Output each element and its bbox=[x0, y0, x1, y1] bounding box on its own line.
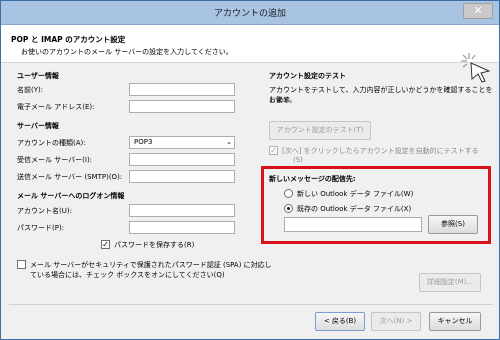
account-name-label: アカウント名(U): bbox=[17, 207, 72, 215]
existing-data-file-label: 既存の Outlook データ ファイル(X) bbox=[297, 205, 412, 213]
close-button[interactable]: ✕ bbox=[463, 3, 493, 19]
name-input[interactable] bbox=[129, 83, 235, 96]
password-label: パスワード(P): bbox=[17, 224, 65, 232]
dialog-window: アカウントの追加 ✕ POP と IMAP のアカウント設定 お使いのアカウント… bbox=[0, 0, 500, 340]
new-data-file-label: 新しい Outlook データ ファイル(W) bbox=[297, 190, 414, 198]
save-password-label: パスワードを保存する(R) bbox=[114, 241, 195, 249]
email-label: 電子メール アドレス(E): bbox=[17, 103, 95, 111]
chevron-down-icon: ⌄ bbox=[226, 138, 232, 146]
account-name-input[interactable] bbox=[129, 204, 235, 217]
page-subtitle: お使いのアカウントのメール サーバーの設定を入力してください。 bbox=[21, 48, 233, 56]
page-title: POP と IMAP のアカウント設定 bbox=[11, 35, 126, 44]
header-panel: POP と IMAP のアカウント設定 お使いのアカウントのメール サーバーの設… bbox=[1, 25, 499, 83]
account-test-heading: アカウント設定のテスト bbox=[269, 72, 346, 80]
spa-label-line1: メール サーバーがセキュリティで保護されたパスワード認証 (SPA) に対応し bbox=[30, 261, 272, 269]
name-label: 名前(Y): bbox=[17, 86, 44, 94]
spa-label-line2: ている場合には、チェック ボックスをオンにしてください(Q) bbox=[30, 271, 225, 279]
data-file-path-input[interactable] bbox=[284, 217, 422, 232]
server-info-heading: サーバー情報 bbox=[17, 122, 59, 130]
auto-test-label-line1: [次へ] をクリックしたらアカウント設定を自動的にテストする bbox=[282, 147, 479, 155]
account-type-select[interactable]: POP3 ⌄ bbox=[129, 136, 235, 149]
account-type-value: POP3 bbox=[134, 138, 153, 146]
save-password-checkbox[interactable]: ✓ bbox=[101, 240, 110, 249]
cancel-button[interactable]: キャンセル bbox=[429, 312, 481, 331]
window-title: アカウントの追加 bbox=[213, 9, 286, 19]
outgoing-server-label: 送信メール サーバー (SMTP)(O): bbox=[17, 173, 123, 181]
spa-checkbox[interactable] bbox=[17, 260, 26, 269]
new-data-file-radio[interactable] bbox=[284, 189, 293, 198]
browse-button[interactable]: 参照(S) bbox=[428, 215, 478, 234]
email-input[interactable] bbox=[129, 100, 235, 113]
auto-test-checkbox[interactable]: ✓ bbox=[269, 146, 278, 155]
back-button[interactable]: < 戻る(B) bbox=[315, 312, 365, 331]
incoming-server-input[interactable] bbox=[129, 153, 235, 166]
password-input[interactable] bbox=[129, 221, 235, 234]
delivery-heading: 新しいメッセージの配信先: bbox=[269, 175, 356, 183]
next-button[interactable]: 次へ(N) > bbox=[371, 312, 421, 331]
account-test-description-line2: します。 bbox=[269, 96, 297, 104]
more-settings-button[interactable]: 詳細設定(M)... bbox=[419, 273, 481, 292]
user-info-heading: ユーザー情報 bbox=[17, 72, 59, 80]
test-account-settings-button[interactable]: アカウント設定のテスト(T) bbox=[269, 121, 371, 140]
account-type-label: アカウントの種類(A): bbox=[17, 139, 86, 147]
logon-info-heading: メール サーバーへのログオン情報 bbox=[17, 192, 125, 200]
incoming-server-label: 受信メール サーバー(I): bbox=[17, 156, 93, 164]
existing-data-file-radio[interactable] bbox=[284, 204, 293, 213]
auto-test-label-line2: (S) bbox=[293, 156, 303, 164]
outgoing-server-input[interactable] bbox=[129, 170, 235, 183]
footer-divider bbox=[9, 304, 493, 305]
account-test-description-line1: アカウントをテストして、入力内容が正しいかどうかを確認することをお勧め bbox=[269, 86, 493, 104]
title-bar: アカウントの追加 ✕ bbox=[1, 1, 499, 25]
cursor-click-icon bbox=[461, 53, 491, 83]
